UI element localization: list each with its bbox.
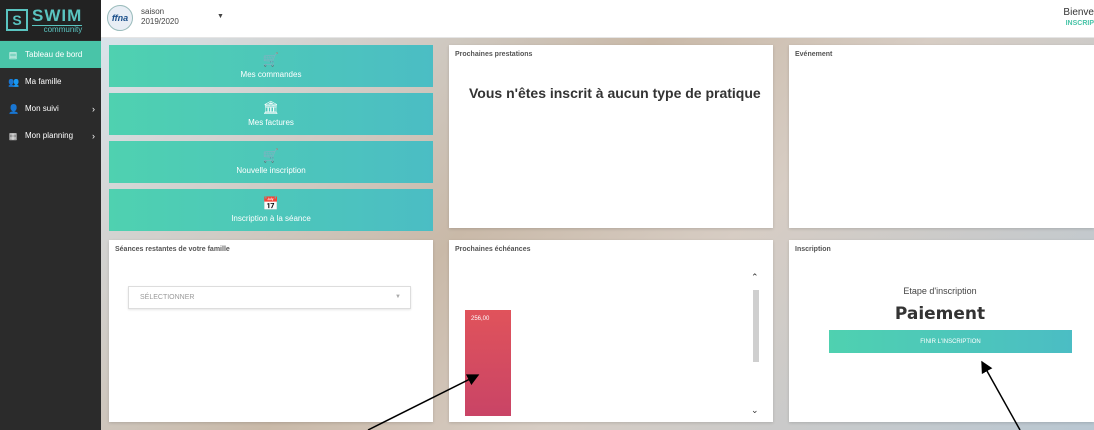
invoices-label: Mes factures	[248, 118, 294, 127]
logo-mark: S	[6, 9, 28, 31]
sidebar-item-label: Ma famille	[25, 77, 62, 86]
dashboard-icon: ▤	[8, 49, 18, 60]
sidebar-item-dashboard[interactable]: ▤ Tableau de bord	[0, 41, 101, 68]
member-select[interactable]: SÉLECTIONNER ▼	[128, 286, 411, 309]
cart-add-icon: 🛒	[262, 148, 280, 163]
upcoming-payments-card: Prochaines échéances 256,00 ⌃ ⌄	[449, 240, 773, 422]
calendar-plus-icon: 📅	[262, 196, 280, 211]
invoices-button[interactable]: 🏛 Mes factures	[109, 93, 433, 135]
welcome-text: Bienve	[1063, 7, 1094, 18]
sidebar: S SWIM community ▤ Tableau de bord 👥 Ma …	[0, 0, 101, 430]
sidebar-item-label: Mon planning	[25, 131, 74, 140]
finish-registration-button[interactable]: FINIR L'INSCRIPTION	[829, 330, 1072, 353]
brand-logo[interactable]: S SWIM community	[0, 0, 101, 40]
orders-button[interactable]: 🛒 Mes commandes	[109, 45, 433, 87]
scrollbar[interactable]: ⌃ ⌄	[751, 272, 761, 415]
step-label: Etape d'inscription	[903, 286, 977, 296]
no-practice-message: Vous n'êtes inscrit à aucun type de prat…	[469, 85, 761, 101]
card-title: Inscription	[795, 246, 831, 253]
scroll-down-icon[interactable]: ⌄	[751, 405, 759, 416]
sidebar-item-tracking[interactable]: 👤 Mon suivi ›	[0, 95, 101, 122]
season-selector[interactable]: saison 2019/2020 ▼	[141, 7, 224, 27]
brand-tagline: community	[32, 24, 83, 34]
card-title: Evénement	[795, 51, 833, 58]
calendar-icon: ▦	[8, 130, 18, 141]
session-registration-button[interactable]: 📅 Inscription à la séance	[109, 189, 433, 231]
remaining-sessions-card: Séances restantes de votre famille SÉLEC…	[109, 240, 433, 422]
chevron-right-icon: ›	[92, 103, 95, 114]
select-value: SÉLECTIONNER	[140, 294, 195, 301]
payment-bar[interactable]: 256,00	[465, 310, 511, 416]
new-registration-button[interactable]: 🛒 Nouvelle inscription	[109, 141, 433, 183]
top-bar: ffna saison 2019/2020 ▼ Bienve INSCRIP	[101, 0, 1094, 38]
user-welcome[interactable]: Bienve INSCRIP	[1063, 7, 1094, 29]
registration-card: Inscription Etape d'inscription Paiement…	[789, 240, 1094, 422]
caret-down-icon: ▼	[217, 13, 224, 20]
caret-down-icon: ▼	[395, 294, 401, 300]
brand-name: SWIM	[32, 5, 83, 25]
sidebar-item-label: Tableau de bord	[25, 50, 83, 59]
sidebar-item-family[interactable]: 👥 Ma famille	[0, 68, 101, 95]
chevron-right-icon: ›	[92, 130, 95, 141]
cart-icon: 🛒	[262, 52, 280, 67]
sidebar-nav: ▤ Tableau de bord 👥 Ma famille 👤 Mon sui…	[0, 41, 101, 149]
session-registration-label: Inscription à la séance	[231, 214, 311, 223]
family-icon: 👥	[8, 76, 20, 87]
sidebar-item-planning[interactable]: ▦ Mon planning ›	[0, 122, 101, 149]
orders-label: Mes commandes	[240, 70, 302, 79]
club-logo: ffna	[107, 5, 133, 31]
bar-value-label: 256,00	[471, 316, 490, 322]
season-label: saison	[141, 7, 165, 16]
scrollbar-thumb[interactable]	[753, 290, 759, 362]
card-title: Prochaines échéances	[455, 246, 531, 253]
welcome-subtext: INSCRIP	[1065, 20, 1094, 27]
tracking-icon: 👤	[8, 103, 20, 114]
upcoming-services-card: Prochaines prestations Vous n'êtes inscr…	[449, 45, 773, 228]
card-title: Prochaines prestations	[455, 51, 533, 58]
scroll-up-icon[interactable]: ⌃	[751, 272, 759, 283]
event-card: Evénement	[789, 45, 1094, 228]
season-value: 2019/2020	[141, 17, 179, 26]
card-title: Séances restantes de votre famille	[115, 246, 230, 253]
new-registration-label: Nouvelle inscription	[236, 166, 306, 175]
bank-icon: 🏛	[262, 100, 280, 115]
step-value: Paiement	[894, 304, 986, 324]
sidebar-item-label: Mon suivi	[25, 104, 59, 113]
